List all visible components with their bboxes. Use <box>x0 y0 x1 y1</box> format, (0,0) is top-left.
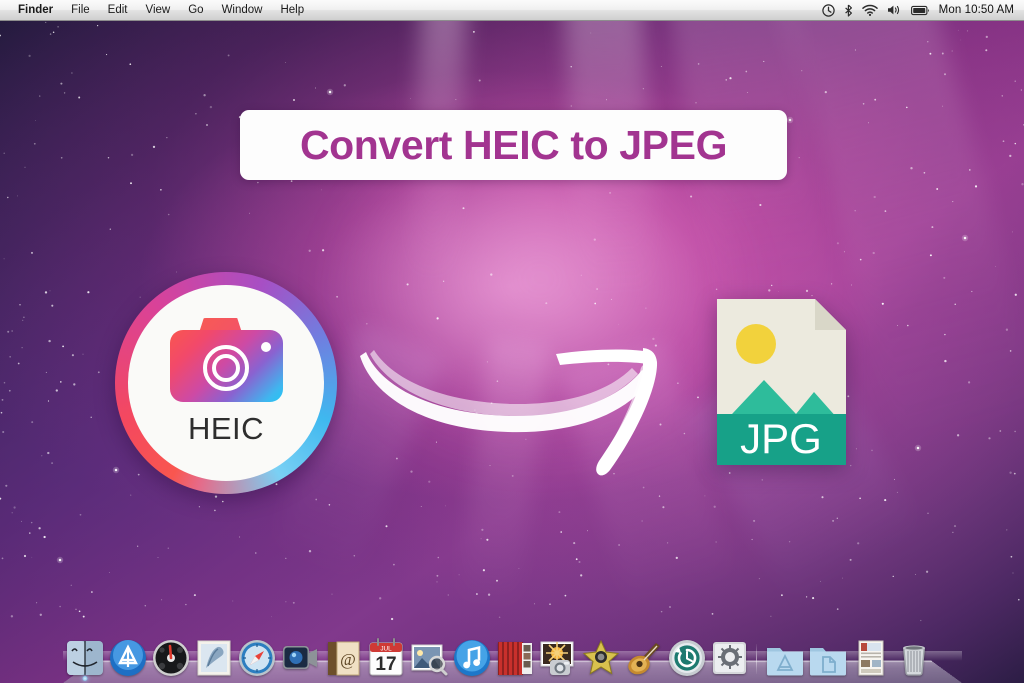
dock-item-time-machine[interactable] <box>666 634 708 678</box>
dock-item-ical[interactable]: JUL 17 <box>365 634 407 678</box>
time-machine-icon[interactable] <box>821 3 835 17</box>
banner-title-text: Convert HEIC to JPEG <box>299 121 728 168</box>
dock-item-dashboard[interactable] <box>150 634 192 678</box>
menu-item-finder[interactable]: Finder <box>9 1 62 20</box>
dock-item-iphoto[interactable] <box>537 634 579 678</box>
camera-icon <box>169 316 283 402</box>
menu-item-view[interactable]: View <box>137 1 180 20</box>
heic-source-icon[interactable]: HEIC <box>115 272 337 494</box>
volume-icon[interactable] <box>887 4 902 16</box>
bluetooth-icon[interactable] <box>844 4 853 17</box>
title-banner: Convert HEIC to JPEG <box>240 110 787 180</box>
dock-item-downloads-stack[interactable] <box>850 634 892 678</box>
jpg-target-icon[interactable]: JPG <box>714 296 849 468</box>
running-indicator <box>82 676 87 681</box>
dock-item-garageband[interactable] <box>623 634 665 678</box>
dock-item-imovie[interactable] <box>580 634 622 678</box>
menu-bar-left: Finder File Edit View Go Window Help <box>0 1 313 20</box>
dock-item-system-preferences[interactable] <box>709 634 751 678</box>
ical-month: JUL <box>380 646 392 653</box>
dock-item-mail[interactable] <box>193 634 235 678</box>
dock: @ JUL 17 <box>63 621 962 683</box>
menu-bar-clock[interactable]: Mon 10:50 AM <box>939 4 1014 16</box>
dock-item-finder[interactable] <box>64 634 106 681</box>
wifi-icon[interactable] <box>861 4 878 16</box>
dock-item-address-book[interactable]: @ <box>322 634 364 678</box>
menu-item-window[interactable]: Window <box>213 1 272 20</box>
dock-item-iphoto-preview[interactable] <box>408 634 450 678</box>
desktop-screen: Finder File Edit View Go Window Help Mon… <box>0 0 1024 683</box>
battery-icon[interactable] <box>910 5 930 16</box>
menu-bar-status-area: Mon 10:50 AM <box>821 3 1024 17</box>
dock-item-documents-folder[interactable] <box>807 634 849 678</box>
menu-item-edit[interactable]: Edit <box>99 1 137 20</box>
svg-text:@: @ <box>340 650 356 669</box>
dock-items: @ JUL 17 <box>63 630 962 681</box>
heic-disc: HEIC <box>128 285 324 481</box>
menu-item-file[interactable]: File <box>62 1 99 20</box>
dock-item-photo-booth[interactable] <box>494 634 536 678</box>
dock-item-app-store[interactable] <box>107 634 149 678</box>
dock-item-applications-folder[interactable] <box>764 634 806 678</box>
dock-separator <box>751 638 763 678</box>
sun-shape <box>736 324 776 364</box>
conversion-arrow <box>360 330 670 490</box>
menu-item-help[interactable]: Help <box>271 1 313 20</box>
dock-item-itunes[interactable] <box>451 634 493 678</box>
dock-item-facetime[interactable] <box>279 634 321 678</box>
dock-item-safari[interactable] <box>236 634 278 678</box>
menu-item-go[interactable]: Go <box>179 1 212 20</box>
jpg-label: JPG <box>740 415 822 462</box>
dock-item-trash[interactable] <box>893 634 935 678</box>
heic-label: HEIC <box>187 410 265 446</box>
menu-bar: Finder File Edit View Go Window Help Mon… <box>0 0 1024 21</box>
ical-day: 17 <box>375 654 396 675</box>
